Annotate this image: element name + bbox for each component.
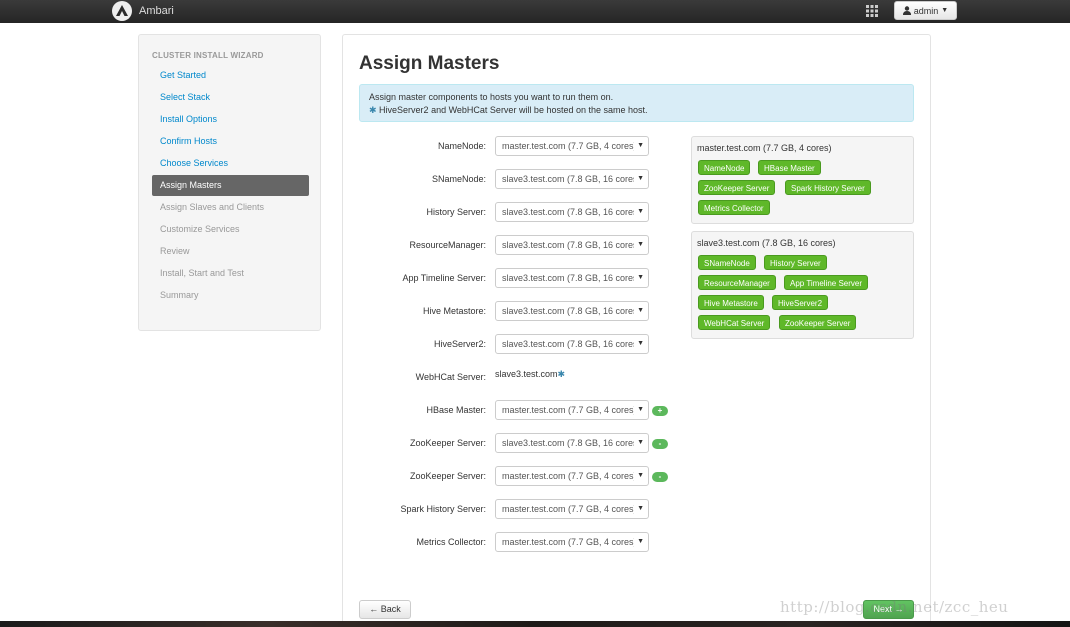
- top-navbar: Ambari admin ▼: [0, 0, 1070, 23]
- user-menu-label: admin: [913, 5, 939, 16]
- brand-name: Ambari: [139, 5, 174, 17]
- user-menu-button[interactable]: admin ▼: [894, 1, 957, 20]
- caret-down-icon: ▼: [637, 505, 644, 512]
- component-badge: History Server: [764, 255, 827, 270]
- hbase-master-label: HBase Master:: [426, 405, 486, 415]
- sidebar-item-install-options[interactable]: Install Options: [152, 109, 309, 130]
- snamenode-host-select[interactable]: slave3.test.com (7.8 GB, 16 cores) ▼: [495, 169, 649, 189]
- asterisk-icon: ✱: [557, 369, 566, 379]
- host-title: master.test.com (7.7 GB, 4 cores): [697, 143, 832, 153]
- history-server-label: History Server:: [426, 207, 486, 217]
- zookeeper-server-label-2: ZooKeeper Server:: [409, 471, 486, 481]
- sidebar-item-customize-services: Customize Services: [160, 224, 240, 234]
- component-badge: ZooKeeper Server: [779, 315, 857, 330]
- snamenode-label: SNameNode:: [431, 174, 486, 184]
- sidebar-item-assign-masters[interactable]: Assign Masters: [152, 175, 309, 196]
- add-hbase-master-button[interactable]: +: [652, 406, 668, 416]
- info-line-1: Assign master components to hosts you wa…: [369, 92, 614, 102]
- views-grid-icon[interactable]: [866, 5, 878, 17]
- component-badge: Spark History Server: [785, 180, 871, 195]
- caret-down-icon: ▼: [941, 7, 949, 14]
- component-badge: HBase Master: [758, 160, 821, 175]
- component-badge: NameNode: [698, 160, 751, 175]
- caret-down-icon: ▼: [637, 208, 644, 215]
- history-server-host-select[interactable]: slave3.test.com (7.8 GB, 16 cores) ▼: [495, 202, 649, 222]
- zookeeper-server-label-1: ZooKeeper Server:: [409, 438, 486, 448]
- component-badge: Hive Metastore: [698, 295, 764, 310]
- spark-history-server-label: Spark History Server:: [400, 504, 486, 514]
- caret-down-icon: ▼: [637, 175, 644, 182]
- component-badge: Metrics Collector: [698, 200, 770, 215]
- sidebar-item-confirm-hosts[interactable]: Confirm Hosts: [152, 131, 309, 152]
- desktop-background-strip: [0, 621, 1070, 627]
- component-badge: App Timeline Server: [784, 275, 869, 290]
- host-title: slave3.test.com (7.8 GB, 16 cores): [697, 238, 836, 248]
- sidebar-title: CLUSTER INSTALL WIZARD: [152, 51, 264, 60]
- component-badge: ResourceManager: [698, 275, 776, 290]
- resourcemanager-label: ResourceManager:: [409, 240, 486, 250]
- asterisk-icon: ✱: [369, 105, 380, 115]
- metrics-collector-label: Metrics Collector:: [416, 537, 486, 547]
- hive-metastore-host-select[interactable]: slave3.test.com (7.8 GB, 16 cores) ▼: [495, 301, 649, 321]
- caret-down-icon: ▼: [637, 406, 644, 413]
- caret-down-icon: ▼: [637, 307, 644, 314]
- wizard-sidebar: CLUSTER INSTALL WIZARD Get Started Selec…: [138, 34, 321, 331]
- sidebar-item-choose-services[interactable]: Choose Services: [152, 153, 309, 174]
- ambari-logo-icon: [112, 1, 132, 21]
- zookeeper-server-host-select-1[interactable]: slave3.test.com (7.8 GB, 16 cores) ▼: [495, 433, 649, 453]
- component-badge: SNameNode: [698, 255, 756, 270]
- caret-down-icon: ▼: [637, 472, 644, 479]
- user-icon: [902, 6, 911, 15]
- component-badge: HiveServer2: [772, 295, 829, 310]
- info-line-2: HiveServer2 and WebHCat Server will be h…: [379, 105, 648, 115]
- caret-down-icon: ▼: [637, 538, 644, 545]
- namenode-host-select[interactable]: master.test.com (7.7 GB, 4 cores) ▼: [495, 136, 649, 156]
- caret-down-icon: ▼: [637, 274, 644, 281]
- component-badge: WebHCat Server: [698, 315, 771, 330]
- brand[interactable]: Ambari: [112, 1, 174, 21]
- resourcemanager-host-select[interactable]: slave3.test.com (7.8 GB, 16 cores) ▼: [495, 235, 649, 255]
- namenode-label: NameNode:: [437, 141, 486, 151]
- sidebar-item-review: Review: [160, 246, 190, 256]
- sidebar-item-assign-slaves: Assign Slaves and Clients: [160, 202, 265, 212]
- info-alert: Assign master components to hosts you wa…: [359, 84, 914, 122]
- back-button[interactable]: ← Back: [359, 600, 411, 619]
- component-badge: ZooKeeper Server: [698, 180, 776, 195]
- caret-down-icon: ▼: [637, 340, 644, 347]
- caret-down-icon: ▼: [637, 439, 644, 446]
- hbase-master-host-select[interactable]: master.test.com (7.7 GB, 4 cores) ▼: [495, 400, 649, 420]
- sidebar-item-summary: Summary: [160, 290, 199, 300]
- watermark: http://blog.csdn.net/zcc_heu: [780, 598, 1009, 616]
- zookeeper-server-host-select-2[interactable]: master.test.com (7.7 GB, 4 cores) ▼: [495, 466, 649, 486]
- host-panel-slave3: slave3.test.com (7.8 GB, 16 cores) SName…: [691, 231, 914, 339]
- metrics-collector-host-select[interactable]: master.test.com (7.7 GB, 4 cores) ▼: [495, 532, 649, 552]
- sidebar-item-get-started[interactable]: Get Started: [152, 65, 309, 86]
- webhcat-server-label: WebHCat Server:: [415, 372, 486, 382]
- hiveserver2-label: HiveServer2:: [433, 339, 486, 349]
- caret-down-icon: ▼: [637, 241, 644, 248]
- caret-down-icon: ▼: [637, 142, 644, 149]
- page-title: Assign Masters: [359, 53, 500, 74]
- sidebar-item-select-stack[interactable]: Select Stack: [152, 87, 309, 108]
- app-timeline-server-host-select[interactable]: slave3.test.com (7.8 GB, 16 cores) ▼: [495, 268, 649, 288]
- remove-zookeeper-server-button-1[interactable]: -: [652, 439, 668, 449]
- host-panel-master: master.test.com (7.7 GB, 4 cores) NameNo…: [691, 136, 914, 224]
- app-timeline-server-label: App Timeline Server:: [402, 273, 486, 283]
- webhcat-server-host: slave3.test.com✱: [495, 369, 566, 379]
- hiveserver2-host-select[interactable]: slave3.test.com (7.8 GB, 16 cores) ▼: [495, 334, 649, 354]
- remove-zookeeper-server-button-2[interactable]: -: [652, 472, 668, 482]
- spark-history-server-host-select[interactable]: master.test.com (7.7 GB, 4 cores) ▼: [495, 499, 649, 519]
- sidebar-item-install-start-test: Install, Start and Test: [160, 268, 244, 278]
- hive-metastore-label: Hive Metastore:: [422, 306, 486, 316]
